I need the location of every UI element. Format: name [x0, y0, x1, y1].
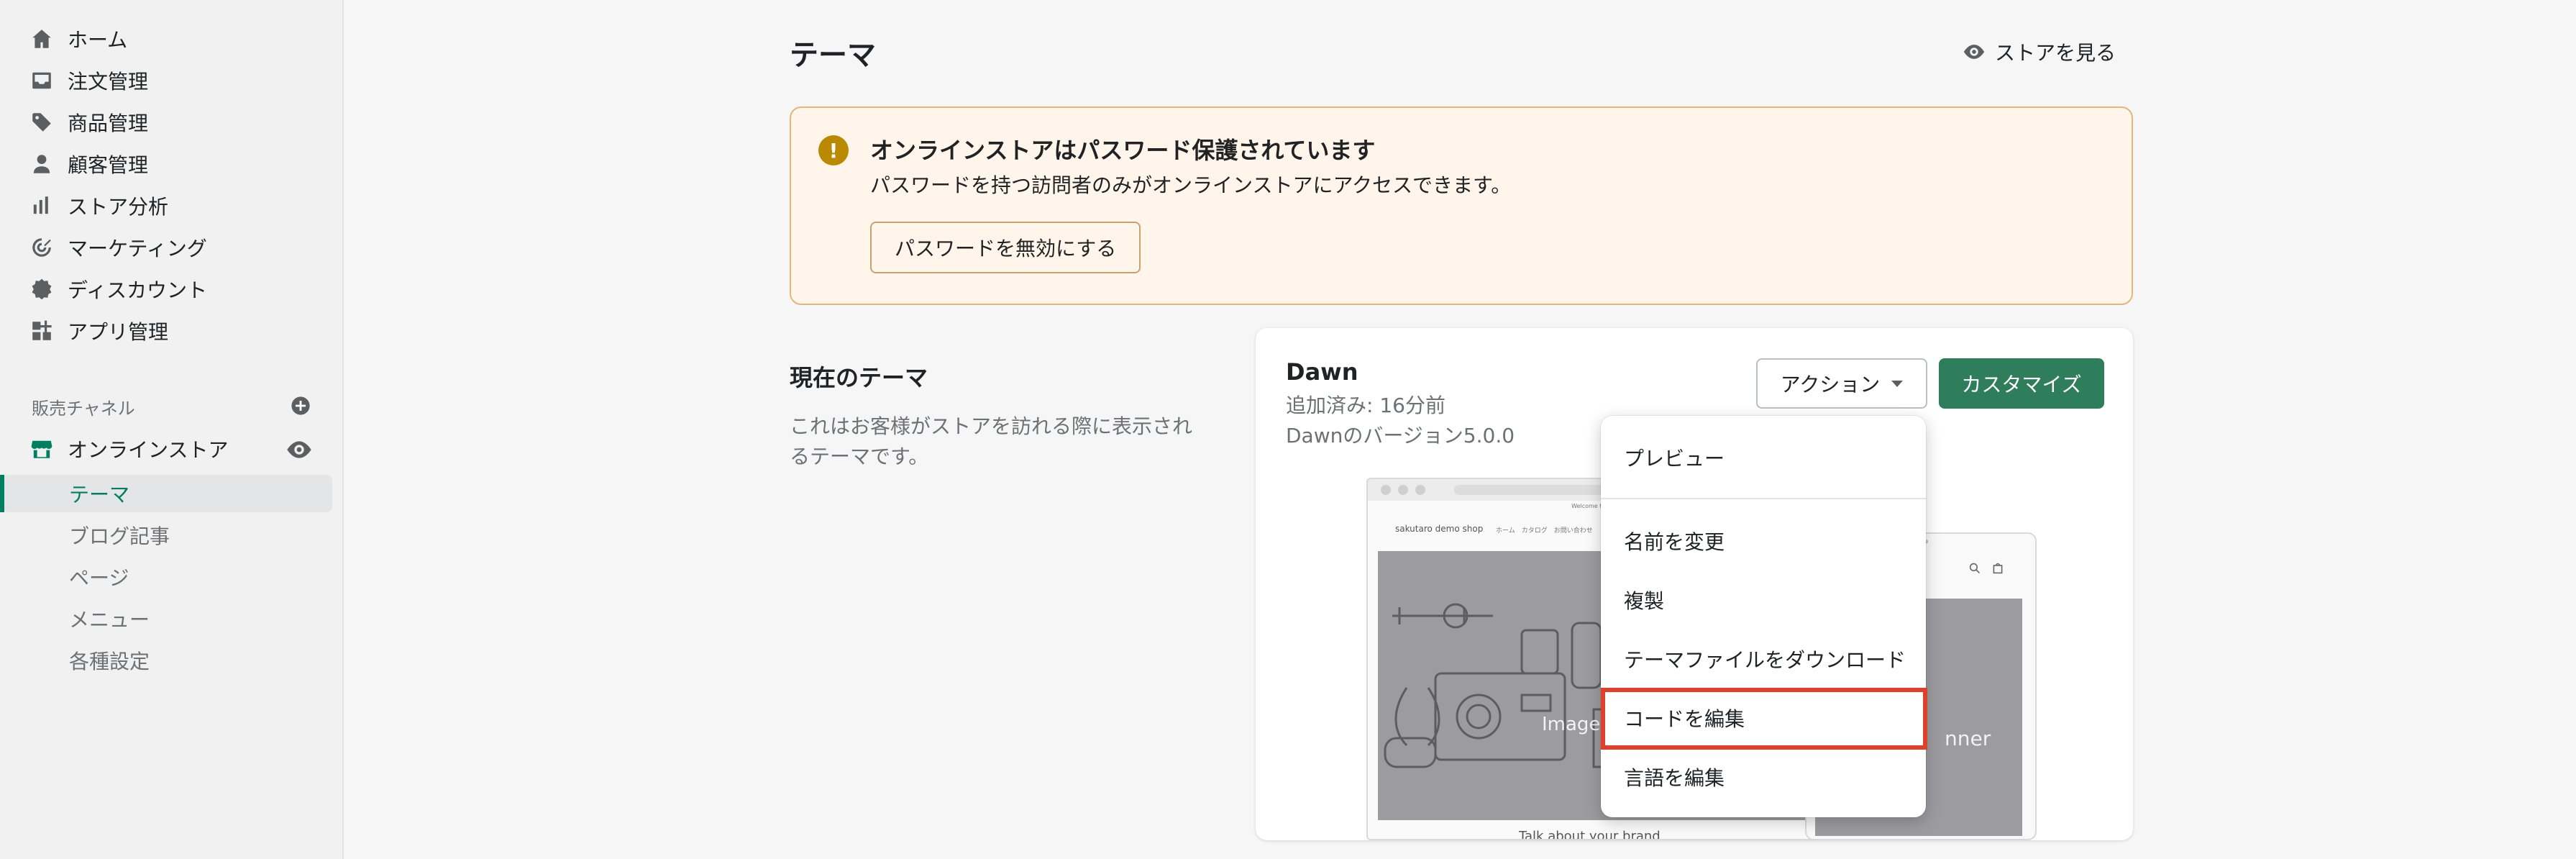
person-icon — [29, 151, 55, 177]
sidebar-item-customers[interactable]: 顧客管理 — [29, 147, 148, 181]
caret-down-icon — [1891, 380, 1904, 387]
menu-item-edit-languages[interactable]: 言語を編集 — [1624, 757, 1725, 797]
sidebar-item-label: 注文管理 — [68, 70, 149, 94]
theme-added-time: 追加済み: 16分前 — [1286, 394, 1445, 417]
disable-password-button[interactable]: パスワードを無効にする — [870, 222, 1141, 273]
active-item-indicator — [0, 475, 4, 512]
sidebar-item-label: オンラインストア — [68, 438, 229, 462]
banner-title: オンラインストアはパスワード保護されています — [870, 137, 1376, 164]
sidebar-item-label: アプリ管理 — [68, 320, 169, 344]
tag-icon — [29, 109, 55, 135]
active-item-highlight — [3, 475, 332, 512]
sidebar-item-label: 顧客管理 — [68, 153, 149, 177]
sidebar-subitem-themes[interactable]: テーマ — [69, 476, 129, 511]
menu-item-duplicate[interactable]: 複製 — [1624, 580, 1664, 620]
store-icon — [29, 436, 55, 462]
view-store-link[interactable]: ストアを見る — [1962, 36, 2116, 68]
actions-dropdown-button[interactable]: アクション — [1756, 358, 1927, 409]
sidebar-item-discounts[interactable]: ディスカウント — [29, 272, 207, 306]
sales-channels-label: 販売チャネル — [32, 399, 135, 419]
sidebar-item-analytics[interactable]: ストア分析 — [29, 188, 168, 223]
view-store-label: ストアを見る — [1995, 41, 2116, 65]
sidebar-subitem-navigation[interactable]: メニュー — [69, 601, 150, 636]
password-protection-banner: ! オンラインストアはパスワード保護されています パスワードを持つ訪問者のみがオ… — [790, 106, 2133, 305]
actions-label: アクション — [1780, 373, 1881, 396]
sidebar-item-products[interactable]: 商品管理 — [29, 105, 148, 140]
theme-version: Dawnのバージョン5.0.0 — [1286, 424, 1515, 447]
discount-icon — [29, 276, 55, 302]
menu-item-download-theme-file[interactable]: テーマファイルをダウンロード — [1624, 639, 1906, 679]
target-icon — [29, 235, 55, 260]
mobile-image-label: nner — [1945, 727, 1991, 750]
home-icon — [29, 26, 55, 52]
preview-nav: ホーム カタログ お問い合わせ — [1496, 527, 1593, 535]
add-circle-icon[interactable] — [291, 396, 311, 416]
bar-chart-icon — [29, 193, 55, 219]
search-icon — [1969, 563, 1980, 573]
cart-icon — [1993, 563, 2003, 574]
banner-text: パスワードを持つ訪問者のみがオンラインストアにアクセスできます。 — [870, 173, 1512, 197]
sidebar-item-home[interactable]: ホーム — [29, 22, 127, 56]
sidebar-item-label: マーケティング — [68, 237, 207, 260]
sidebar-item-label: ホーム — [68, 28, 128, 52]
theme-name: Dawn — [1286, 358, 1358, 386]
current-theme-description: これはお客様がストアを訪れる際に表示されるテーマです。 — [790, 414, 1193, 468]
inbox-icon — [29, 68, 55, 94]
actions-menu: プレビュー 名前を変更 複製 テーマファイルをダウンロード コードを編集 言語を… — [1601, 416, 1926, 817]
sidebar-item-online-store[interactable]: オンラインストア — [29, 432, 228, 466]
sidebar-item-orders[interactable]: 注文管理 — [29, 63, 148, 98]
sidebar-subitem-pages[interactable]: ページ — [69, 560, 129, 594]
menu-item-edit-code[interactable]: コードを編集 — [1624, 698, 1745, 738]
warning-icon: ! — [818, 135, 849, 165]
menu-item-rename[interactable]: 名前を変更 — [1624, 521, 1725, 561]
eye-icon — [1963, 45, 1985, 59]
sidebar-item-label: ディスカウント — [68, 278, 208, 302]
sidebar-subitem-blog-posts[interactable]: ブログ記事 — [69, 518, 170, 553]
customize-button[interactable]: カスタマイズ — [1939, 358, 2104, 409]
menu-divider — [1601, 498, 1926, 499]
preview-shop-name: sakutaro demo shop — [1395, 524, 1484, 534]
sidebar-item-marketing[interactable]: マーケティング — [29, 230, 207, 265]
sidebar: ホーム 注文管理 商品管理 顧客管理 ストア分析 マーケティング ディスカウント… — [0, 0, 344, 859]
menu-item-preview[interactable]: プレビュー — [1624, 437, 1725, 478]
page-title: テーマ — [790, 39, 876, 72]
current-theme-heading: 現在のテーマ — [790, 364, 928, 391]
preview-bottom-text: Talk about your brand — [1519, 829, 1661, 840]
eye-icon[interactable] — [285, 439, 314, 460]
sidebar-item-label: ストア分析 — [68, 195, 169, 219]
apps-icon — [29, 318, 55, 344]
sidebar-item-apps[interactable]: アプリ管理 — [29, 314, 168, 348]
sidebar-subitem-preferences[interactable]: 各種設定 — [69, 643, 150, 678]
sidebar-item-label: 商品管理 — [68, 112, 149, 135]
